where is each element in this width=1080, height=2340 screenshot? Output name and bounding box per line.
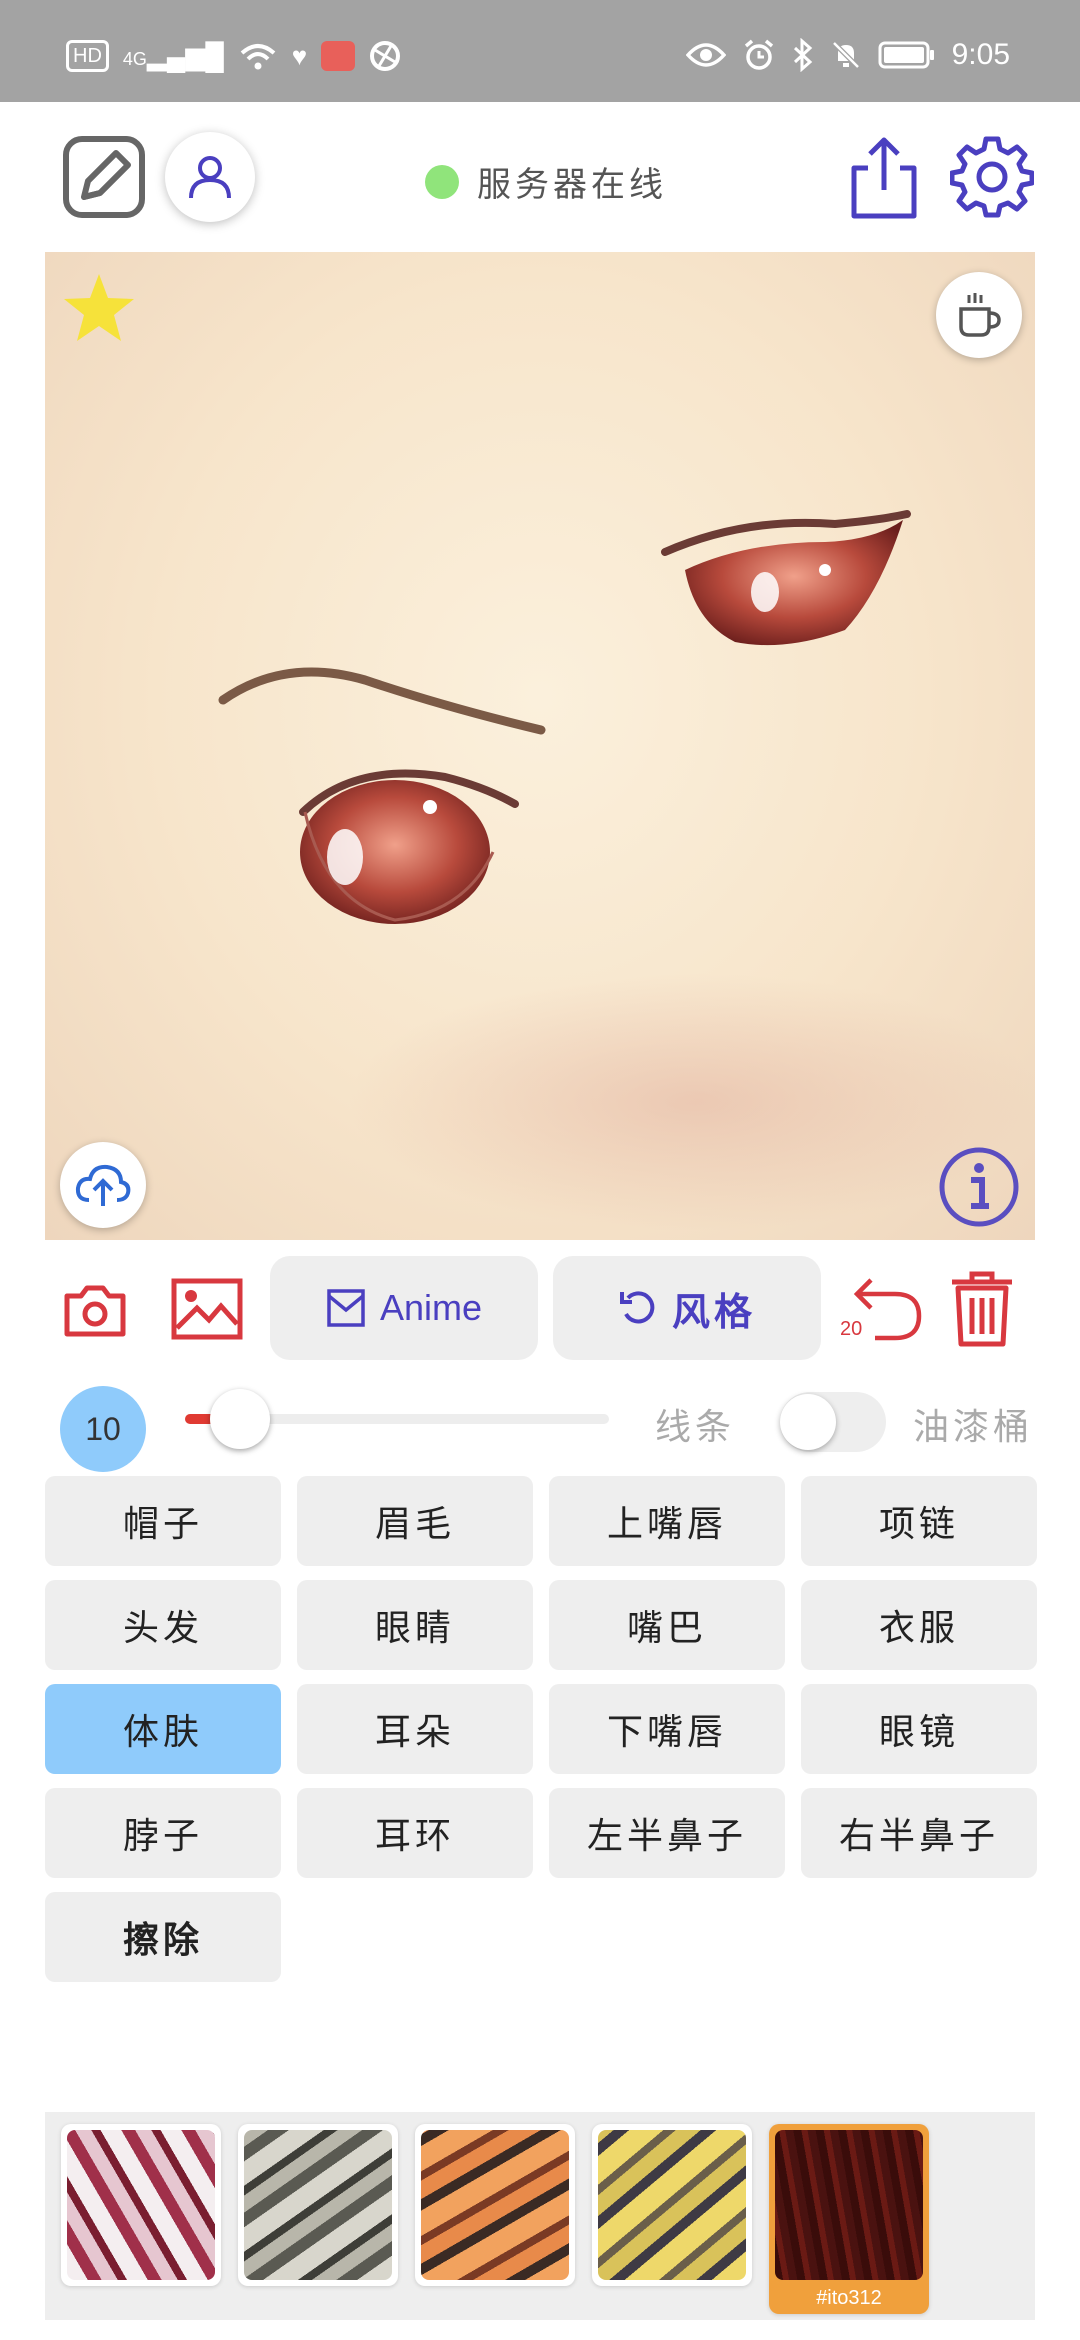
- style-button-label: 风格: [671, 1288, 756, 1334]
- coffee-button[interactable]: [936, 272, 1022, 358]
- part-button[interactable]: 耳环: [297, 1788, 533, 1878]
- brush-size-badge: 10: [60, 1386, 146, 1472]
- trash-icon: [952, 1271, 1012, 1347]
- status-left: HD 4G▂▄▆█ ♥: [66, 40, 401, 72]
- coffee-cup-icon: [959, 293, 1001, 337]
- part-button[interactable]: 耳朵: [297, 1684, 533, 1774]
- face-part-grid: 帽子 眉毛 上嘴唇 项链头发 眼睛 嘴巴 衣服体肤 耳朵 下嘴唇 眼镜脖子 耳环 左半鼻子 右半鼻子擦除: [45, 1476, 1037, 1982]
- mail-icon: [327, 1289, 365, 1327]
- network-type: 4G: [122, 48, 147, 69]
- alarm-icon: [744, 39, 773, 70]
- clock: 9:05: [951, 38, 1010, 71]
- edit-icon: [63, 136, 145, 218]
- texture-swatch-5-image: [775, 2130, 923, 2280]
- brush-size-slider[interactable]: [185, 1389, 609, 1449]
- battery-icon: [878, 41, 934, 69]
- texture-swatch-2-image: [244, 2130, 392, 2280]
- gallery-button[interactable]: [171, 1278, 243, 1340]
- server-status: 服务器在线: [425, 157, 667, 206]
- browser-icon: [370, 41, 401, 71]
- bluetooth-icon: [793, 38, 812, 72]
- user-icon: [189, 156, 231, 199]
- top-bar: 服务器在线: [0, 102, 1080, 252]
- part-button[interactable]: 帽子: [45, 1476, 281, 1566]
- model-select-label: Anime: [379, 1287, 483, 1328]
- part-button[interactable]: 项链: [801, 1476, 1037, 1566]
- part-button[interactable]: 眼镜: [801, 1684, 1037, 1774]
- model-select-button[interactable]: Anime: [270, 1256, 538, 1360]
- texture-swatch-3[interactable]: [415, 2124, 575, 2286]
- texture-swatch-1-image: [67, 2130, 215, 2280]
- mute-icon: [831, 41, 860, 69]
- texture-swatch-1[interactable]: [61, 2124, 221, 2286]
- part-button[interactable]: 嘴巴: [549, 1580, 785, 1670]
- paint-bucket-toggle-knob: [780, 1394, 836, 1450]
- brush-settings-row: 10 线条 油漆桶: [45, 1378, 1035, 1478]
- wifi-icon: [240, 44, 276, 70]
- shop-app-icon: [321, 41, 356, 71]
- brush-size-slider-thumb[interactable]: [210, 1389, 271, 1449]
- health-icon: ♥: [291, 40, 308, 71]
- undo-count: 20: [840, 1318, 863, 1340]
- server-status-text: 服务器在线: [477, 165, 667, 205]
- delete-button[interactable]: [948, 1268, 1016, 1348]
- part-button[interactable]: 眉毛: [297, 1476, 533, 1566]
- texture-swatch-4-image: [598, 2130, 746, 2280]
- info-button[interactable]: [938, 1146, 1020, 1228]
- line-mode-label: 线条: [655, 1407, 736, 1448]
- tool-row: Anime 风格 20: [45, 1256, 1035, 1366]
- paint-bucket-toggle[interactable]: [780, 1392, 886, 1452]
- upload-button[interactable]: [60, 1142, 146, 1228]
- paint-bucket-label: 油漆桶: [913, 1407, 1034, 1448]
- texture-swatch-2[interactable]: [238, 2124, 398, 2286]
- hd-indicator: HD: [66, 40, 109, 72]
- status-bar: HD 4G▂▄▆█ ♥ 9:05: [0, 0, 1080, 102]
- texture-swatch-3-image: [421, 2130, 569, 2280]
- network-indicator: 4G▂▄▆█: [123, 41, 224, 72]
- part-button[interactable]: 左半鼻子: [549, 1788, 785, 1878]
- texture-palette: #ito312: [45, 2112, 1035, 2320]
- edit-button[interactable]: [62, 135, 146, 219]
- cloud-upload-icon: [75, 1164, 131, 1206]
- server-status-dot: [425, 164, 459, 199]
- part-button[interactable]: 脖子: [45, 1788, 281, 1878]
- part-button[interactable]: 擦除: [45, 1892, 281, 1982]
- texture-swatch-5-selected[interactable]: #ito312: [769, 2124, 929, 2314]
- camera-button[interactable]: [63, 1282, 127, 1338]
- favorite-star-icon[interactable]: [61, 272, 137, 344]
- info-icon: [939, 1147, 1019, 1227]
- share-icon: [851, 137, 917, 219]
- part-button[interactable]: 右半鼻子: [801, 1788, 1037, 1878]
- rotate-icon: [619, 1291, 655, 1324]
- eye-icon: [685, 43, 726, 67]
- part-button[interactable]: 眼睛: [297, 1580, 533, 1670]
- share-button[interactable]: [848, 134, 920, 220]
- texture-swatch-4[interactable]: [592, 2124, 752, 2286]
- camera-icon: [64, 1285, 126, 1337]
- gear-icon: [950, 136, 1034, 218]
- generated-face-image: [218, 510, 911, 924]
- style-button[interactable]: 风格: [553, 1256, 821, 1360]
- part-button[interactable]: 头发: [45, 1580, 281, 1670]
- status-right: 9:05: [685, 38, 1010, 72]
- part-button[interactable]: 体肤: [45, 1684, 281, 1774]
- profile-button[interactable]: [165, 132, 255, 222]
- part-button[interactable]: 下嘴唇: [549, 1684, 785, 1774]
- part-button[interactable]: 衣服: [801, 1580, 1037, 1670]
- drawing-canvas[interactable]: [45, 252, 1035, 1240]
- part-button[interactable]: 上嘴唇: [549, 1476, 785, 1566]
- image-icon: [171, 1278, 243, 1340]
- texture-swatch-5-label: #ito312: [816, 2287, 882, 2309]
- settings-button[interactable]: [950, 135, 1034, 219]
- signal-icon: ▂▄▆█: [146, 40, 224, 71]
